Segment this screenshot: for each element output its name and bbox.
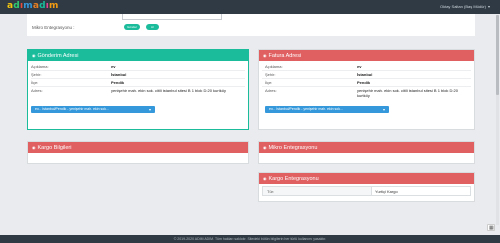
mikro-label: Mikro Entegrasyonu : [32,25,75,30]
panel-header: ◉ Kargo Entegrasyonu [259,173,474,184]
address-select[interactable]: ev... İstanbul/Pendik - yenişehir mah. e… [265,106,389,113]
label: Açıklama: [265,64,283,69]
shipping-address-panel: ◉ Gönderim Adresi Açıklama: ev Şehir: İst… [27,49,249,130]
label: İlçe: [31,80,39,85]
user-menu[interactable]: Oktay Saltan (Baş Müdür) [440,4,490,10]
label: Adres: [265,88,277,93]
divider [262,70,471,71]
divider [31,70,245,71]
glyph-icon: ◉ [32,145,36,150]
panel-title: Fatura Adresi [268,52,302,59]
row-value-cell: Yurtiçi Kargo [371,187,470,195]
send-button[interactable]: Gönder [124,24,141,30]
text-input[interactable] [122,14,222,20]
label: Şehir: [265,72,276,77]
cargo-info-panel: ◉ Kargo Bilgileri [27,141,249,164]
row-label: Tür: [267,189,275,194]
value: Pendik [357,80,371,85]
divider [31,86,245,87]
panel-title: Kargo Bilgileri [37,144,72,151]
scrollbar-thumb[interactable] [496,15,499,95]
select-value: ev... İstanbul/Pendik - yenişehir mah. e… [35,107,109,111]
cargo-type-row: Tür: Yurtiçi Kargo [262,186,471,196]
row-value: Yurtiçi Kargo [375,189,398,194]
value: Pendik [111,80,125,85]
corner-button[interactable]: ▦ [487,224,495,231]
address-select[interactable]: ev... İstanbul/Pendik - yenişehir mah. e… [31,106,155,113]
billing-address-panel: ◉ Fatura Adresi Açıklama: ev Şehir: İstan… [258,49,475,130]
panel-title: Mikro Entegrasyonu [268,144,318,151]
value: İstanbul [357,72,373,77]
panel-header: ◉ Fatura Adresi [259,50,474,61]
glyph-icon: ◉ [263,53,267,58]
label: İlçe: [265,80,273,85]
panel-title: Gönderim Adresi [37,52,79,59]
value: İstanbul [111,72,127,77]
app-logo[interactable]: adım adım [7,1,59,12]
page-footer: © 2019-2020 ADIM ADIM. Tüm hakları saklı… [0,235,500,243]
value: ev [357,64,362,69]
chevron-down-icon [383,109,385,111]
cargo-integration-panel: ◉ Kargo Entegrasyonu Tür: Yurtiçi Kargo [258,172,475,202]
chevron-down-icon [488,5,490,8]
value: yenişehir mah. ekin sok. citili istanbul… [357,88,458,98]
page-scrollbar[interactable] [496,15,499,225]
divider [262,86,471,87]
select-value: ev... İstanbul/Pendik - yenişehir mah. e… [269,107,343,111]
top-navbar: adım adım Oktay Saltan (Baş Müdür) [0,0,500,14]
user-name: Oktay Saltan (Baş Müdür) [439,4,486,9]
divider [262,78,471,79]
panel-header[interactable]: ◉ Kargo Bilgileri [28,142,248,153]
divider [31,78,245,79]
glyph-icon: ◉ [263,176,267,181]
label: Şehir: [31,72,42,77]
label: Açıklama: [31,64,49,69]
value: yenişehir mah. ekin sok. citili istanbul… [111,88,226,93]
receive-button[interactable]: Al [146,24,159,30]
label: Adres: [31,88,43,93]
mikro-integration-panel: ◉ Mikro Entegrasyonu [258,141,475,164]
glyph-icon: ◉ [263,145,267,150]
panel-header[interactable]: ◉ Mikro Entegrasyonu [259,142,474,153]
order-top-section: Mikro Entegrasyonu : Gönder Al [27,14,475,36]
panel-title: Kargo Entegrasyonu [268,175,319,182]
grid-icon: ▦ [489,225,494,231]
value: ev [111,64,116,69]
glyph-icon: ◉ [32,53,36,58]
footer-text: © 2019-2020 ADIM ADIM. Tüm hakları saklı… [173,237,327,241]
chevron-down-icon [149,109,151,111]
panel-header: ◉ Gönderim Adresi [28,50,248,61]
